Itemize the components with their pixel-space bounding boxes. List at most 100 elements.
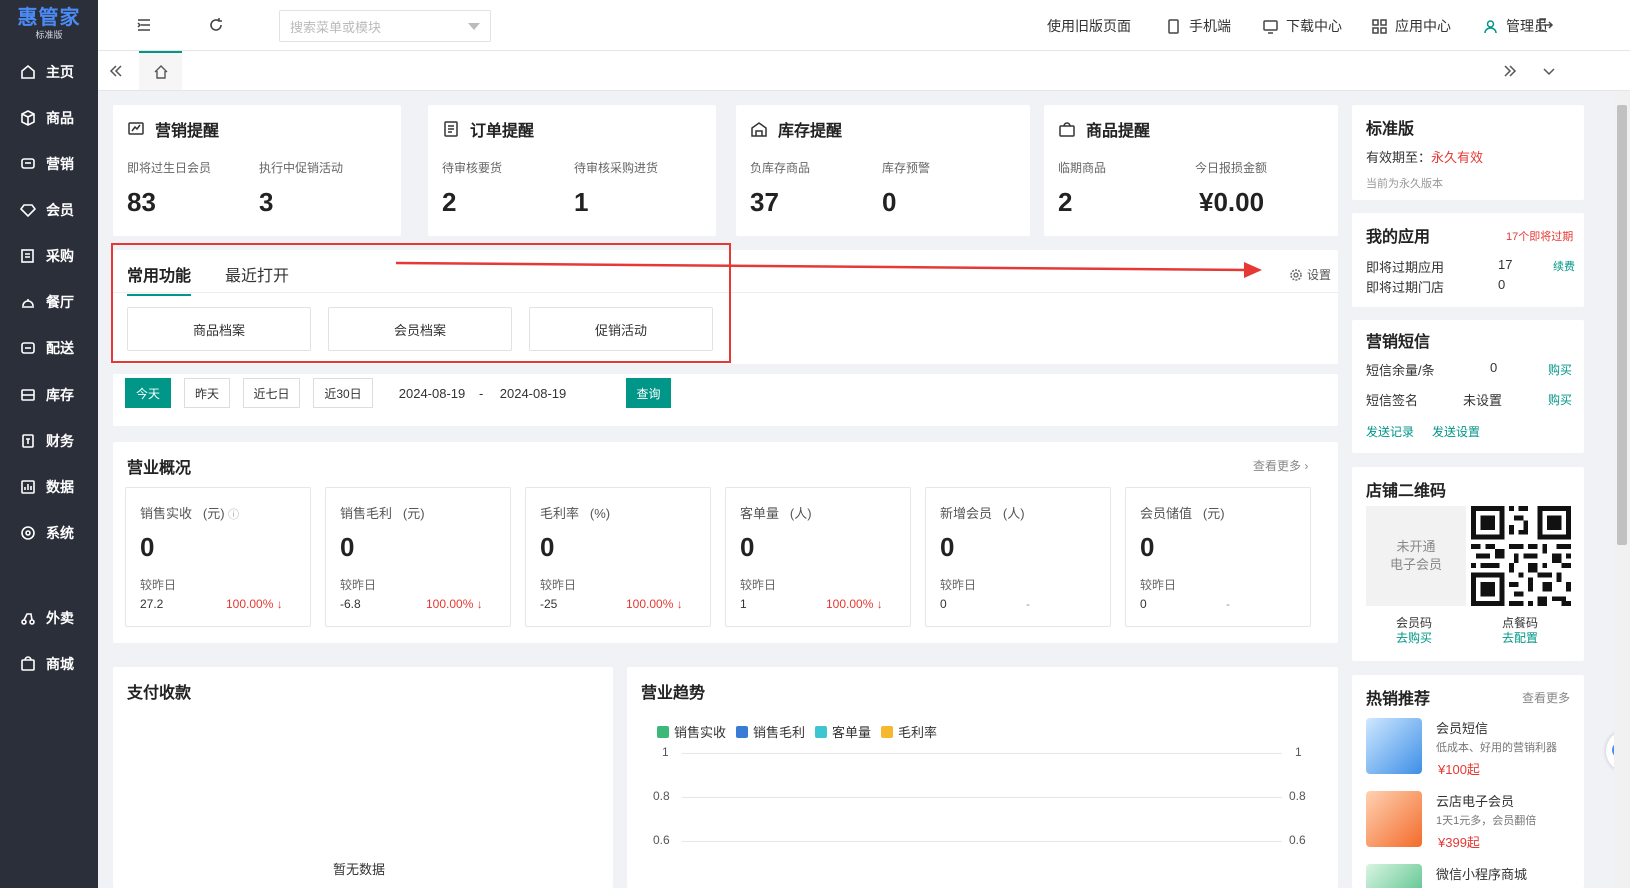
metric-card-member-deposit[interactable]: 会员储值 (元) 0 较昨日 0 - <box>1125 487 1311 627</box>
chevron-down-icon[interactable] <box>1541 63 1557 79</box>
mobile-link[interactable]: 手机端 <box>1166 16 1231 36</box>
sidebar-item-dining[interactable]: 餐厅 <box>0 282 98 322</box>
help-icon[interactable]: ⓘ <box>228 509 239 521</box>
sidebar-item-label: 商品 <box>46 110 74 126</box>
chat-icon <box>21 158 35 169</box>
sidebar-item-purchase[interactable]: 采购 <box>0 236 98 276</box>
menu-toggle-icon[interactable] <box>135 16 153 34</box>
hot-view-more-link[interactable]: 查看更多 <box>1522 689 1570 706</box>
reminder-value[interactable]: 2 <box>1058 187 1072 218</box>
section-title: 营业趋势 <box>641 685 706 702</box>
menu-search-input[interactable]: 搜索菜单或模块 <box>279 10 491 42</box>
old-version-link[interactable]: 使用旧版页面 <box>1047 16 1131 36</box>
sidebar-item-stock[interactable]: 库存 <box>0 375 98 415</box>
send-settings-link[interactable]: 发送设置 <box>1432 423 1480 440</box>
download-label: 下载中心 <box>1286 18 1342 34</box>
sidebar-item-label: 配送 <box>46 340 74 356</box>
order-code-config-link[interactable]: 去配置 <box>1502 629 1538 646</box>
end-date-input[interactable]: 2024-08-19 <box>487 378 579 408</box>
metric-card-gross-profit[interactable]: 销售毛利 (元) 0 较昨日 -6.8 100.00% ↓ <box>325 487 511 627</box>
metric-value: 0 <box>140 532 155 562</box>
sidebar-item-member[interactable]: 会员 <box>0 190 98 230</box>
preset-today-button[interactable]: 今天 <box>125 378 171 408</box>
view-more-link[interactable]: 查看更多 › <box>1253 457 1308 474</box>
buy-sms-link[interactable]: 购买 <box>1548 361 1572 378</box>
metric-title: 销售实收 (元) ⓘ <box>140 503 239 522</box>
sidebar-item-marketing[interactable]: 营销 <box>0 144 98 184</box>
legend-item[interactable]: 客单量 <box>815 722 871 741</box>
tick-label: 1 <box>662 745 669 759</box>
sidebar-item-delivery[interactable]: 配送 <box>0 328 98 368</box>
metric-name: 新增会员 <box>940 506 993 521</box>
sidebar-item-system[interactable]: 系统 <box>0 513 98 553</box>
sidebar-item-finance[interactable]: 财务 <box>0 421 98 461</box>
double-chevron-right-icon[interactable] <box>1502 63 1518 79</box>
renew-link[interactable]: 续费 <box>1553 258 1575 274</box>
metric-title: 新增会员 (人) <box>940 503 1025 522</box>
metric-name: 客单量 <box>740 506 780 521</box>
refresh-icon[interactable] <box>207 16 225 34</box>
legend-item[interactable]: 销售实收 <box>657 722 726 741</box>
gear-icon <box>1290 268 1302 281</box>
scrollbar[interactable] <box>1614 91 1630 888</box>
sidebar-item-takeout[interactable]: 外卖 <box>0 598 98 638</box>
sms-balance-value: 0 <box>1490 360 1498 375</box>
reminder-value[interactable]: 37 <box>750 187 779 218</box>
sidebar-item-store[interactable]: 商城 <box>0 644 98 684</box>
hot-item-sms[interactable]: 会员短信 低成本、好用的营销利器 ¥100起 <box>1366 718 1576 778</box>
legend-item[interactable]: 毛利率 <box>881 722 937 741</box>
compare-label: 较昨日 <box>540 578 577 592</box>
metric-name: 毛利率 <box>540 506 580 521</box>
double-chevron-left-icon[interactable] <box>108 63 124 79</box>
reminder-value[interactable]: 2 <box>442 187 456 218</box>
reminder-value[interactable]: 0 <box>882 187 896 218</box>
hot-item-miniprogram[interactable]: 微信小程序商城 <box>1366 864 1576 888</box>
metric-unit: (人) <box>789 506 812 521</box>
product-desc: 低成本、好用的营销利器 <box>1436 742 1557 754</box>
qrcode-title: 店铺二维码 <box>1366 483 1447 500</box>
sidebar-item-home[interactable]: 主页 <box>0 52 98 92</box>
user-icon <box>1484 19 1497 33</box>
takeout-icon <box>21 613 35 625</box>
expiring-stores-label: 即将过期门店 <box>1366 280 1445 295</box>
reminder-value[interactable]: 3 <box>259 187 273 218</box>
home-icon <box>154 64 167 79</box>
sidebar-item-goods[interactable]: 商品 <box>0 98 98 138</box>
hot-item-ecard[interactable]: 云店电子会员 1天1元多，会员翻倍 ¥399起 <box>1366 791 1576 851</box>
change-percent: 100.00% ↓ <box>626 597 683 611</box>
tab-home[interactable] <box>139 51 182 90</box>
brand-logo[interactable]: 惠管家 标准版 <box>0 0 98 48</box>
logout-icon[interactable] <box>1536 16 1554 34</box>
hot-recommend-card: 热销推荐 查看更多 会员短信 低成本、好用的营销利器 ¥100起 云店电子会员 … <box>1352 675 1584 888</box>
send-records-link[interactable]: 发送记录 <box>1366 423 1414 440</box>
download-center-link[interactable]: 下载中心 <box>1263 16 1342 36</box>
metric-name: 会员储值 <box>1140 506 1193 521</box>
top-bar: 搜索菜单或模块 使用旧版页面 手机端 下载中心 应用中心 管理员 <box>98 0 1630 51</box>
sidebar-item-data[interactable]: 数据 <box>0 467 98 507</box>
sidebar: 惠管家 标准版 主页 商品 营销 会员 采购 餐厅 配送 库存 财务 数据 系统… <box>0 0 98 888</box>
settings-button[interactable]: 设置 <box>1289 266 1331 283</box>
reminder-value[interactable]: 1 <box>574 187 588 218</box>
reminder-value[interactable]: 83 <box>127 187 156 218</box>
preset-30days-button[interactable]: 近30日 <box>313 378 373 408</box>
preset-7days-button[interactable]: 近七日 <box>243 378 300 408</box>
trend-icon <box>128 122 144 135</box>
legend-item[interactable]: 销售毛利 <box>736 722 805 741</box>
change-percent: - <box>1026 597 1030 611</box>
app-center-link[interactable]: 应用中心 <box>1372 16 1451 36</box>
reminder-value[interactable]: ¥0.00 <box>1199 187 1264 218</box>
preset-yesterday-button[interactable]: 昨天 <box>184 378 230 408</box>
previous-value: -6.8 <box>340 597 361 611</box>
query-button[interactable]: 查询 <box>626 378 671 408</box>
metric-card-sales[interactable]: 销售实收 (元) ⓘ 0 较昨日 27.2 100.00% ↓ <box>125 487 311 627</box>
metric-card-new-members[interactable]: 新增会员 (人) 0 较昨日 0 - <box>925 487 1111 627</box>
member-code-buy-link[interactable]: 去购买 <box>1396 629 1432 646</box>
metric-card-margin[interactable]: 毛利率 (%) 0 较昨日 -25 100.00% ↓ <box>525 487 711 627</box>
compare-label: 较昨日 <box>1140 578 1177 592</box>
change-percent-text: 100.00% <box>626 597 674 611</box>
start-date-input[interactable]: 2024-08-19 <box>386 378 478 408</box>
buy-signature-link[interactable]: 购买 <box>1548 391 1572 408</box>
expiring-alert[interactable]: 17个即将过期 <box>1506 228 1573 244</box>
scrollbar-thumb[interactable] <box>1617 105 1627 545</box>
metric-card-customer-count[interactable]: 客单量 (人) 0 较昨日 1 100.00% ↓ <box>725 487 911 627</box>
